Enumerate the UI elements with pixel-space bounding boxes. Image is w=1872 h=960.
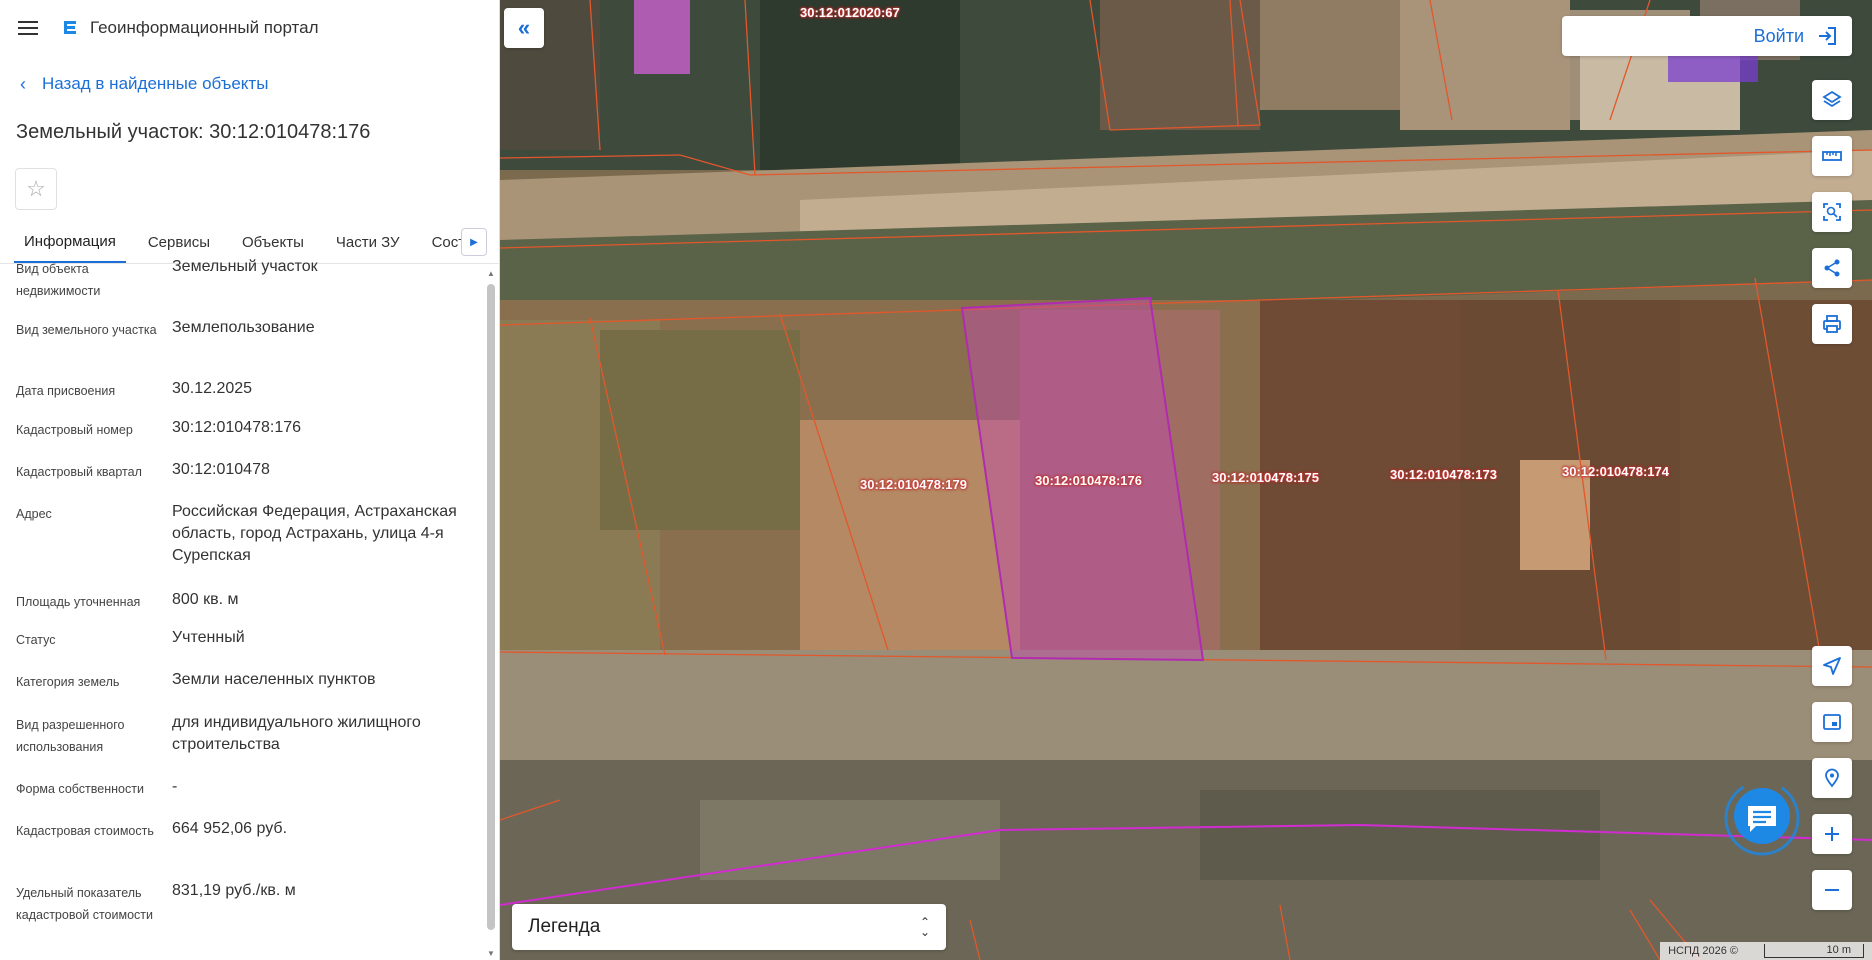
info-label: Кадастровая стоимость (16, 824, 154, 838)
legend-label: Легенда (528, 916, 601, 937)
login-button[interactable]: Войти (1562, 16, 1852, 56)
layers-button[interactable] (1812, 80, 1852, 120)
info-value: 664 952,06 руб. (172, 820, 288, 837)
back-link-label: Назад в найденные объекты (42, 74, 269, 93)
scroll-down-icon[interactable]: ▼ (487, 950, 495, 958)
info-value: 30.12.2025 (172, 380, 253, 397)
parcel-label[interactable]: 30:12:010478:179 (860, 477, 967, 492)
info-value: 30:12:010478:176 (172, 419, 302, 436)
page-title: Земельный участок: 30:12:010478:176 (16, 121, 371, 143)
collapse-panel-button[interactable]: « (504, 8, 544, 48)
info-label: Удельный показатель кадастровой стоимост… (16, 886, 153, 922)
info-value: Земли населенных пунктов (172, 671, 376, 688)
map-attribution: НСПД 2026 © 10 m (1660, 942, 1872, 960)
layers-icon (1822, 90, 1842, 108)
info-value: для индивидуального жилищного строительс… (172, 714, 421, 753)
parcel-label[interactable]: 30:12:012020:67 (800, 5, 900, 20)
info-row: Статус Учтенный (0, 627, 486, 669)
info-label: Вид земельного участка (16, 323, 157, 337)
info-list: Вид объекта недвижимости Земельный участ… (0, 256, 486, 950)
ruler-icon (1822, 151, 1842, 161)
login-label: Войти (1753, 25, 1804, 46)
info-value: Землепользование (172, 319, 315, 336)
info-label: Площадь уточненная (16, 595, 141, 609)
zoom-out-button[interactable] (1812, 870, 1852, 910)
info-row: Кадастровая стоимость 664 952,06 руб. (0, 818, 486, 880)
hamburger-icon[interactable] (18, 21, 38, 35)
parcel-label[interactable]: 30:12:010478:175 (1212, 470, 1319, 485)
panel-scrollbar[interactable]: ▲ ▼ (487, 270, 495, 960)
login-icon (1819, 27, 1836, 45)
info-panel: Геоинформационный портал ‹ Назад в найде… (0, 0, 500, 960)
portal-logo-icon (64, 21, 76, 34)
tabs-scroll-right-button[interactable]: ▶ (461, 228, 487, 256)
info-label: Форма собственности (16, 782, 144, 796)
app: Геоинформационный портал ‹ Назад в найде… (0, 0, 1872, 960)
zoom-in-button[interactable] (1812, 814, 1852, 854)
info-row: Кадастровый номер 30:12:010478:176 (0, 417, 486, 459)
favorite-button[interactable]: ☆ (15, 168, 57, 210)
info-row: Вид объекта недвижимости Земельный участ… (0, 256, 486, 317)
app-title: Геоинформационный портал (90, 18, 319, 37)
chevron-left-icon: ‹ (20, 73, 26, 94)
back-to-results-link[interactable]: ‹ Назад в найденные объекты (0, 56, 499, 112)
navigate-button[interactable] (1812, 646, 1852, 686)
print-button[interactable] (1812, 304, 1852, 344)
info-label: Кадастровый номер (16, 423, 133, 437)
caret-right-icon: ▶ (470, 236, 478, 248)
info-row: Форма собственности - (0, 776, 486, 818)
info-row: Вид разрешенного использования для индив… (0, 712, 486, 776)
info-row: Категория земель Земли населенных пункто… (0, 669, 486, 712)
info-label: Вид объекта недвижимости (16, 262, 101, 298)
info-value: 800 кв. м (172, 591, 239, 608)
expand-icon: ⌃ ⌄ (919, 915, 930, 939)
chat-button[interactable] (1722, 778, 1802, 858)
minimap-button[interactable] (1812, 702, 1852, 742)
top-bar: Геоинформационный портал (0, 0, 499, 56)
zoom-out-icon (1825, 889, 1839, 891)
info-value: - (172, 778, 178, 795)
ruler-button[interactable] (1812, 136, 1852, 176)
locate-button[interactable] (1812, 758, 1852, 798)
info-row: Дата присвоения 30.12.2025 (0, 378, 486, 417)
parcel-label[interactable]: 30:12:010478:174 (1562, 464, 1669, 479)
select-area-icon (1823, 203, 1841, 221)
zoom-in-icon (1825, 827, 1839, 841)
info-row: Адрес Российская Федерация, Астраханская… (0, 501, 486, 589)
info-value: 831,19 руб./кв. м (172, 882, 296, 899)
share-icon (1824, 259, 1840, 277)
print-icon (1823, 315, 1841, 333)
info-row: Площадь уточненная 800 кв. м (0, 589, 486, 627)
share-button[interactable] (1812, 248, 1852, 288)
info-row: Кадастровый квартал 30:12:010478 (0, 459, 486, 501)
double-chevron-left-icon: « (517, 15, 531, 40)
info-label: Кадастровый квартал (16, 465, 142, 479)
star-icon: ☆ (26, 176, 46, 201)
info-value: Земельный участок (172, 258, 318, 275)
info-row: Удельный показатель кадастровой стоимост… (0, 880, 486, 950)
legend-dropdown[interactable]: Легенда ⌃ ⌄ (512, 904, 946, 950)
scale-bar: 10 m (1764, 944, 1864, 958)
minimap-icon (1823, 714, 1841, 730)
locate-icon (1825, 768, 1839, 788)
navigate-icon (1823, 657, 1841, 675)
scroll-up-icon[interactable]: ▲ (487, 270, 495, 278)
info-label: Дата присвоения (16, 384, 116, 398)
map-view[interactable]: 30:12:010478:179 30:12:010478:176 30:12:… (500, 0, 1872, 960)
parcel-label[interactable]: 30:12:010478:173 (1390, 467, 1497, 482)
parcel-label-selected[interactable]: 30:12:010478:176 (1035, 473, 1142, 488)
scrollbar-thumb[interactable] (487, 284, 495, 930)
info-label: Вид разрешенного использования (16, 718, 125, 754)
info-label: Статус (16, 633, 56, 647)
info-value: Российская Федерация, Астраханская облас… (172, 503, 457, 564)
info-label: Адрес (16, 507, 52, 521)
chat-icon (1724, 780, 1800, 856)
select-area-button[interactable] (1812, 192, 1852, 232)
satellite-imagery (500, 0, 1872, 960)
info-row: Вид земельного участка Землепользование (0, 317, 486, 378)
attribution-text: НСПД 2026 © (1668, 945, 1738, 957)
info-label: Категория земель (16, 675, 120, 689)
info-value: 30:12:010478 (172, 461, 270, 478)
info-value: Учтенный (172, 629, 245, 646)
